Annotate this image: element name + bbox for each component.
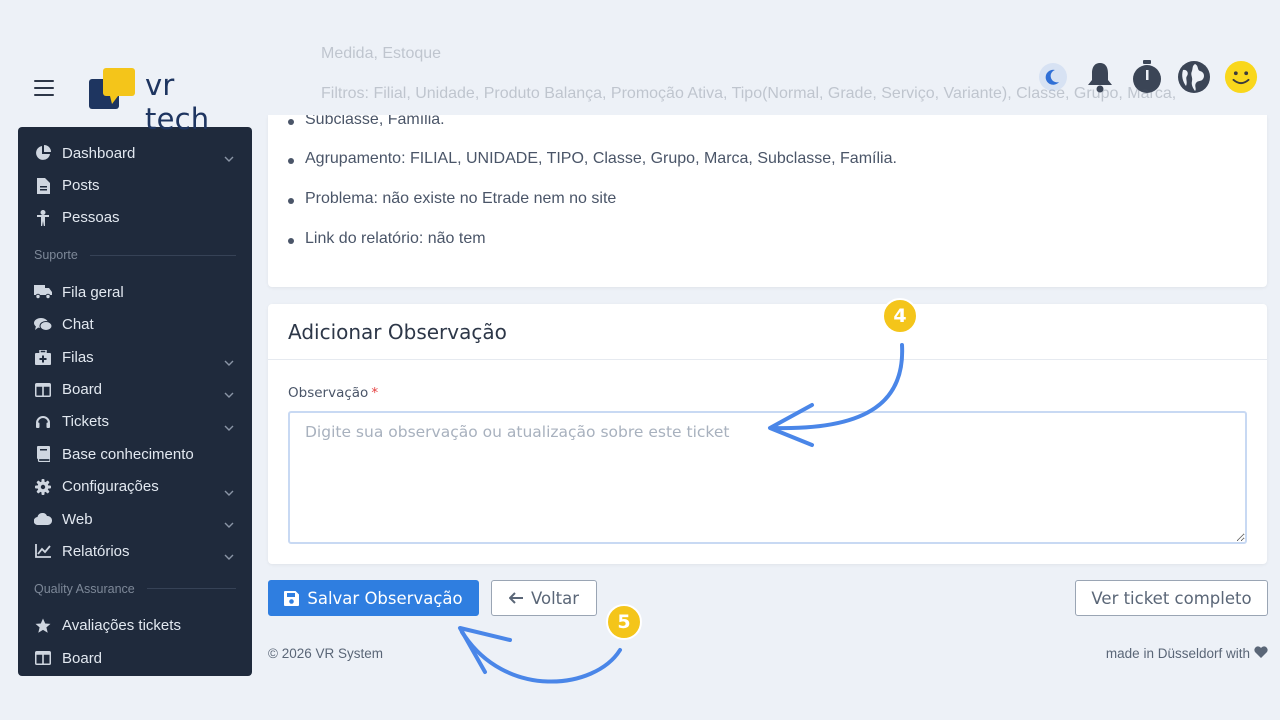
gear-icon (34, 478, 52, 496)
sidebar-section-quality-assurance: Quality Assurance (18, 568, 252, 610)
sidebar-item-label: Avaliações tickets (62, 617, 181, 635)
sidebar-item-label: Board (62, 381, 103, 399)
chevron-down-icon (224, 353, 234, 370)
sidebar-item-label: Web (62, 510, 93, 528)
logo-mark-icon (89, 68, 135, 109)
sidebar-item-chat[interactable]: Chat (18, 309, 252, 341)
arrow-left-icon (508, 592, 523, 604)
save-icon (284, 590, 300, 606)
sidebar-item-label: Dashboard (62, 144, 136, 162)
pie-chart-icon (34, 144, 52, 162)
chevron-down-icon (224, 418, 234, 435)
back-button[interactable]: Voltar (491, 580, 597, 616)
board-icon (34, 381, 52, 399)
faded-detail-line: Medida, Estoque (321, 45, 442, 62)
chevron-down-icon (224, 483, 234, 500)
ticket-details-card: Subclasse, Família. Agrupamento: FILIAL,… (268, 111, 1267, 287)
globe-icon[interactable] (1177, 60, 1211, 94)
chevron-down-icon (224, 515, 234, 532)
sidebar-item-dashboard[interactable]: Dashboard (18, 137, 252, 169)
sidebar-item-pessoas[interactable]: Pessoas (18, 202, 252, 234)
sidebar-item-label: Base conhecimento (62, 445, 194, 463)
required-mark: * (371, 385, 379, 401)
sidebar-item-web[interactable]: Web (18, 503, 252, 535)
footer-made-in: made in Düsseldorf with (1106, 646, 1268, 661)
sidebar-section-suporte: Suporte (18, 234, 252, 276)
sidebar-item-relatorios[interactable]: Relatórios (18, 535, 252, 567)
save-observation-button[interactable]: Salvar Observação (268, 580, 479, 616)
sidebar-item-filas[interactable]: Filas (18, 341, 252, 373)
sidebar-item-label: Pessoas (62, 209, 120, 227)
observation-label: Observação * (288, 385, 379, 401)
truck-icon (34, 283, 52, 301)
add-observation-card: Adicionar Observação Observação * (268, 304, 1267, 564)
faded-detail-line: Filtros: Filial, Unidade, Produto Balanç… (321, 85, 1177, 102)
sidebar-item-label: Filas (62, 348, 94, 366)
briefcase-medical-icon (34, 348, 52, 366)
chevron-down-icon (224, 547, 234, 564)
sidebar-item-label: Configurações (62, 478, 159, 496)
sidebar-item-label: Fila geral (62, 283, 124, 301)
vr-tech-logo[interactable]: vr tech (88, 66, 248, 136)
sidebar-item-fila-geral[interactable]: Fila geral (18, 276, 252, 308)
sidebar-item-avaliacoes-tickets[interactable]: Avaliações tickets (18, 610, 252, 642)
sidebar-item-label: Posts (62, 177, 100, 195)
chat-icon (34, 316, 52, 334)
headset-icon (34, 413, 52, 431)
board-icon (34, 649, 52, 667)
book-icon (34, 445, 52, 463)
sidebar-item-label: Board (62, 649, 103, 667)
chevron-down-icon (224, 385, 234, 402)
star-icon (34, 617, 52, 635)
sidebar-item-label: Relatórios (62, 542, 130, 560)
detail-problema: Problema: não existe no Etrade nem no si… (287, 190, 617, 207)
detail-link: Link do relatório: não tem (288, 230, 486, 247)
view-full-ticket-button[interactable]: Ver ticket completo (1075, 580, 1268, 616)
sidebar-item-board[interactable]: Board (18, 373, 252, 405)
sidebar-item-qa-board[interactable]: Board (18, 642, 252, 674)
hamburger-menu-icon[interactable] (34, 80, 54, 96)
observation-textarea[interactable] (288, 411, 1247, 544)
person-icon (34, 209, 52, 227)
detail-agrupamento: Agrupamento: FILIAL, UNIDADE, TIPO, Clas… (288, 150, 897, 167)
footer-copyright: © 2026 VR System (268, 646, 383, 661)
heart-icon (1254, 646, 1268, 661)
sidebar-item-configuracoes[interactable]: Configurações (18, 471, 252, 503)
sidebar: Dashboard Posts Pessoas Suporte Fila ger… (18, 127, 252, 676)
sidebar-item-base-conhecimento[interactable]: Base conhecimento (18, 438, 252, 470)
step-badge-5: 5 (606, 604, 642, 640)
chevron-down-icon (224, 149, 234, 166)
step-badge-4: 4 (882, 298, 918, 334)
sidebar-item-tickets[interactable]: Tickets (18, 406, 252, 438)
line-chart-icon (34, 542, 52, 560)
smiley-avatar-icon[interactable] (1224, 60, 1258, 94)
cloud-icon (34, 510, 52, 528)
logo-text: vr tech (145, 68, 210, 136)
sidebar-item-posts[interactable]: Posts (18, 169, 252, 201)
card-title: Adicionar Observação (288, 320, 507, 344)
file-icon (34, 177, 52, 195)
sidebar-item-label: Chat (62, 316, 94, 334)
sidebar-item-label: Tickets (62, 413, 109, 431)
